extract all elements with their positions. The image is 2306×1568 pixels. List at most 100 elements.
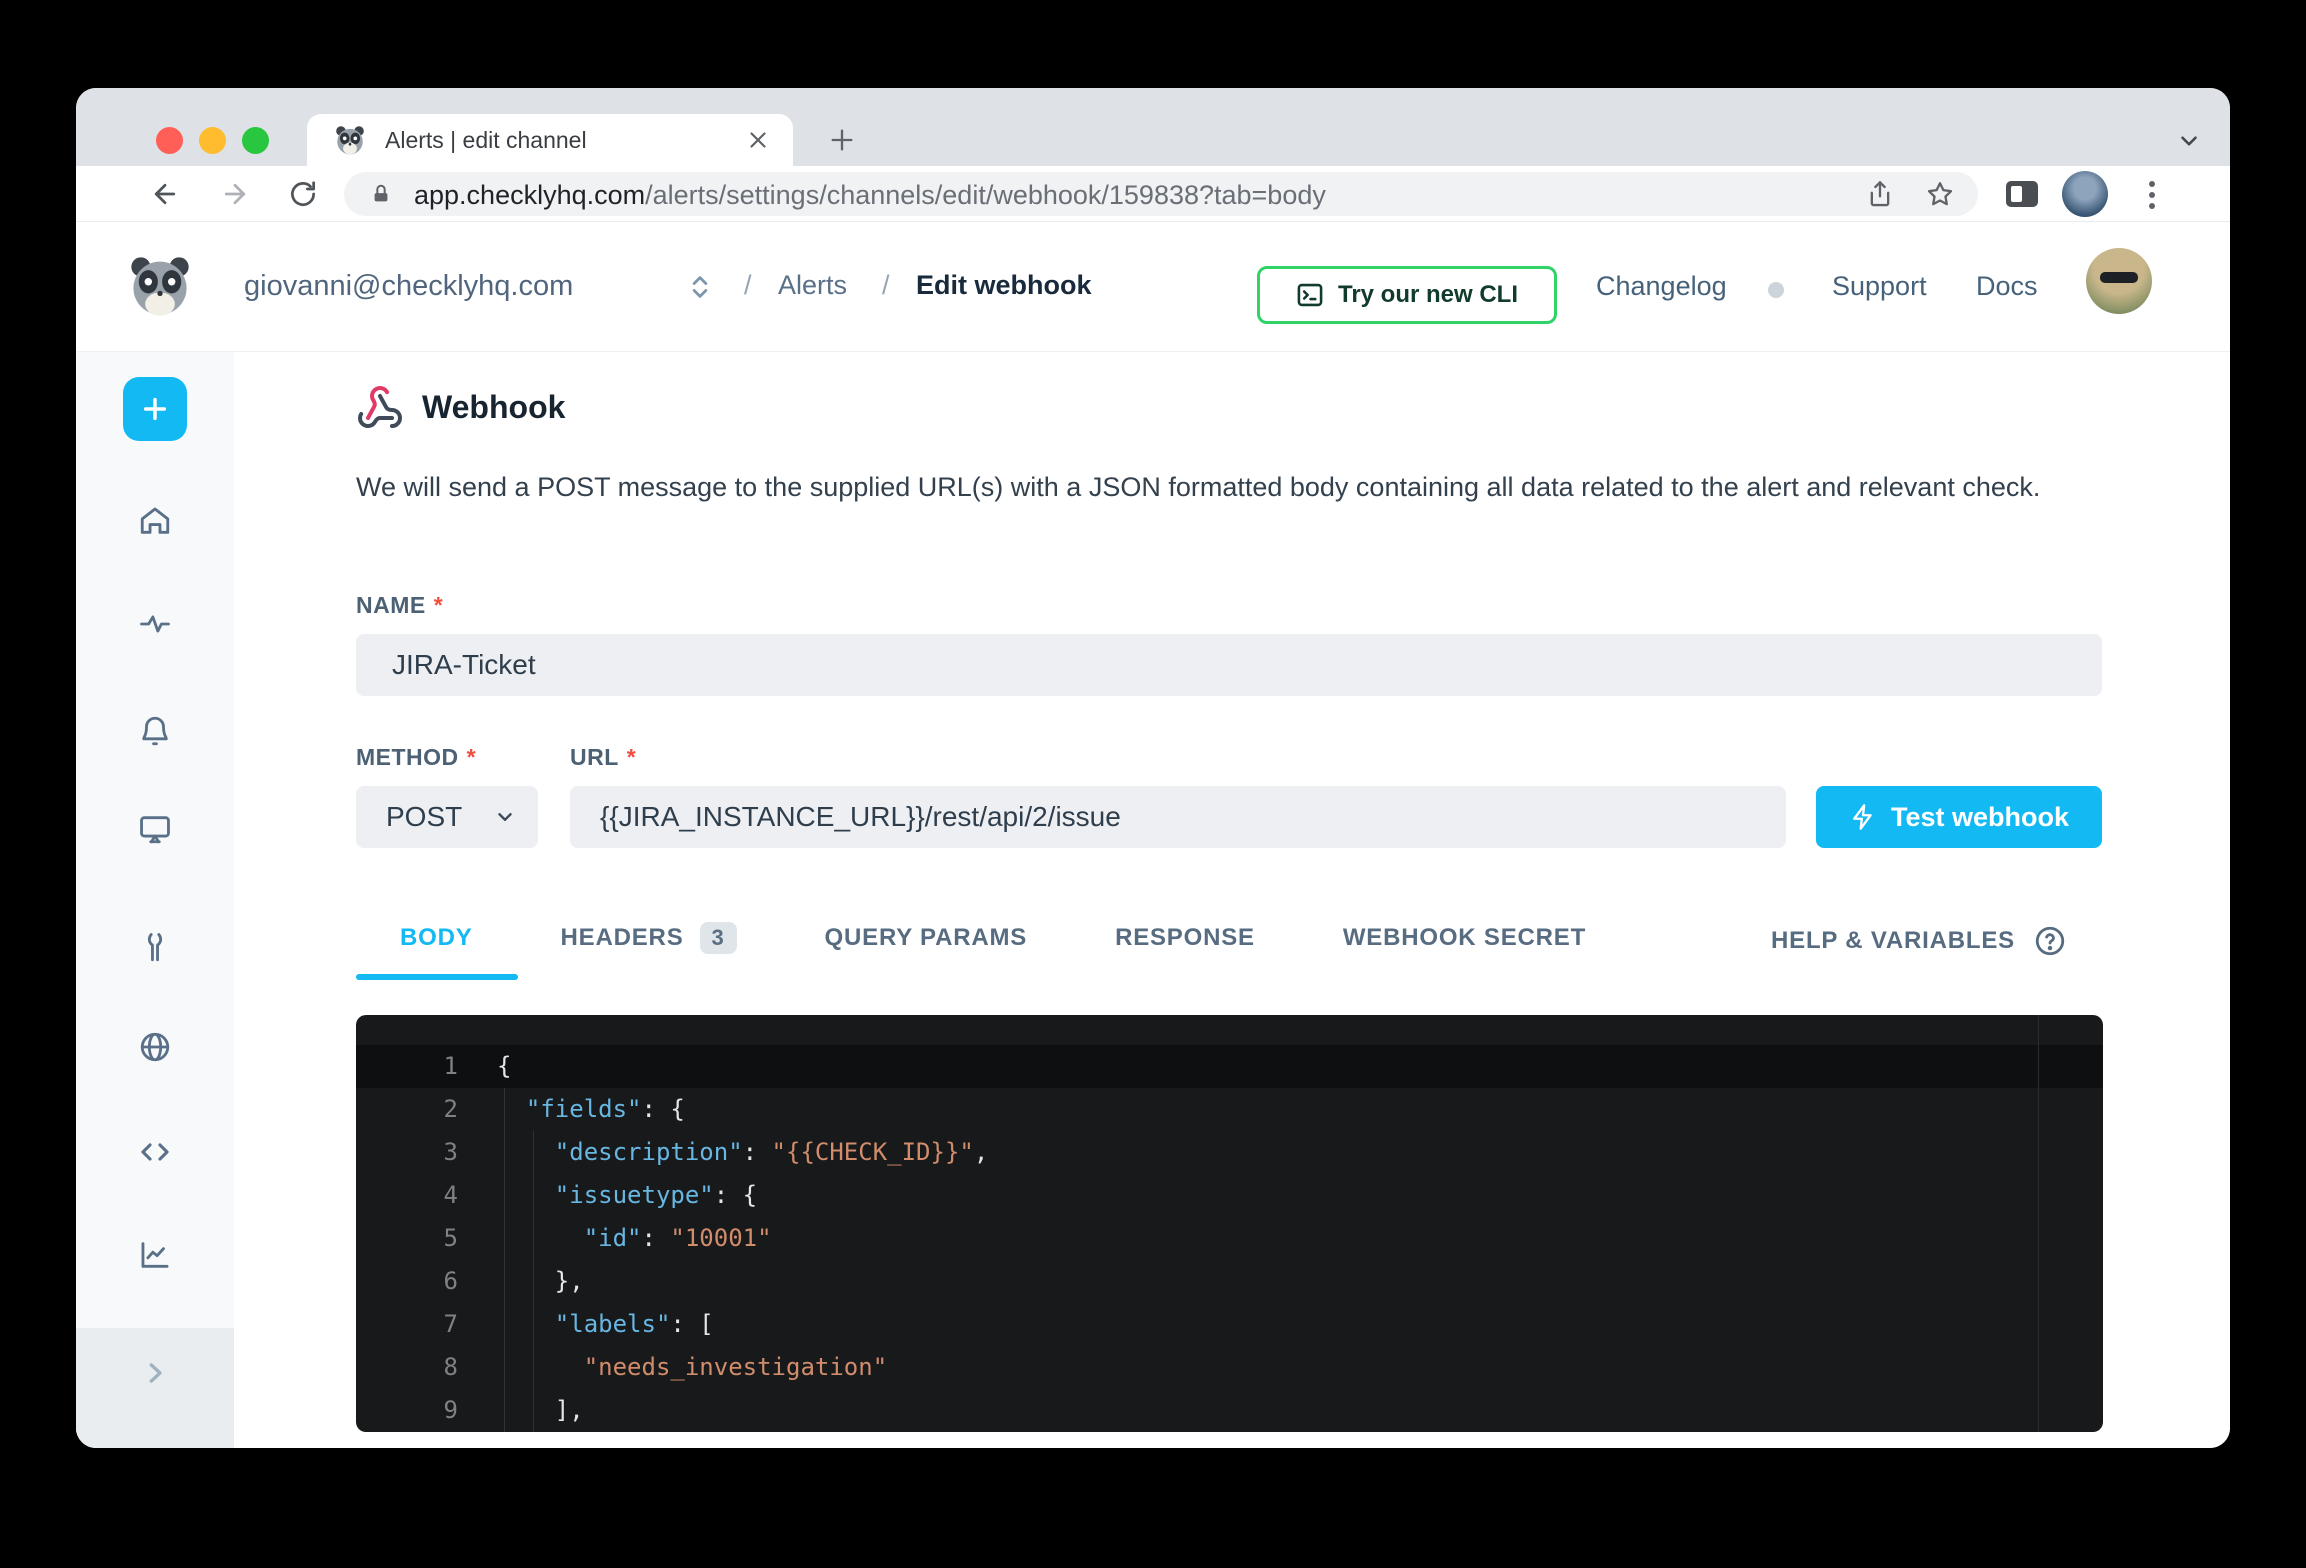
sidebar-item-analytics-chart-icon[interactable] — [138, 1238, 172, 1272]
new-tab-icon[interactable] — [828, 126, 856, 154]
plus-icon — [139, 393, 171, 425]
sidebar-item-maintenance-wrench-icon[interactable] — [138, 930, 172, 964]
docs-link[interactable]: Docs — [1976, 271, 2038, 302]
code-line[interactable]: 4 "issuetype": { — [356, 1174, 2103, 1217]
line-number: 6 — [356, 1260, 458, 1303]
name-label: NAME* — [356, 592, 443, 619]
browser-tab[interactable]: Alerts | edit channel — [307, 114, 793, 166]
browser-profile-avatar[interactable] — [2062, 171, 2108, 217]
webhook-description: We will send a POST message to the suppl… — [356, 466, 2061, 509]
line-number: 2 — [356, 1088, 458, 1131]
sidebar-item-home-icon[interactable] — [138, 504, 172, 538]
collapse-chevron-icon[interactable] — [140, 1358, 170, 1388]
line-number: 8 — [356, 1346, 458, 1389]
side-panel-icon[interactable] — [2006, 181, 2038, 207]
fullscreen-window-button[interactable] — [242, 127, 269, 154]
editor-scrollbar-track[interactable] — [2038, 1015, 2039, 1432]
required-asterisk: * — [627, 744, 636, 770]
breadcrumb-separator: / — [882, 270, 890, 301]
name-input[interactable]: JIRA-Ticket — [356, 634, 2102, 696]
method-value: POST — [386, 801, 462, 833]
code-lines: 1{2 "fields": {3 "description": "{{CHECK… — [356, 1045, 2103, 1432]
lightning-icon — [1849, 803, 1877, 831]
url-text[interactable]: app.checklyhq.com/alerts/settings/channe… — [414, 180, 1326, 211]
user-avatar[interactable] — [2086, 248, 2152, 314]
webhook-tabs: BODY HEADERS3 QUERY PARAMS RESPONSE WEBH… — [356, 922, 1630, 954]
checkly-favicon — [333, 123, 367, 157]
screen: Alerts | edit channel app.checklyhq.com/… — [0, 0, 2306, 1568]
chevron-down-icon — [494, 806, 516, 828]
line-number: 5 — [356, 1217, 458, 1260]
account-switcher[interactable]: giovanni@checklyhq.com — [244, 270, 573, 303]
help-question-icon — [2033, 924, 2067, 958]
app-sidebar — [76, 352, 234, 1448]
line-number: 9 — [356, 1389, 458, 1432]
webhook-icon — [356, 384, 404, 432]
code-line[interactable]: 3 "description": "{{CHECK_ID}}", — [356, 1131, 2103, 1174]
line-number: 4 — [356, 1174, 458, 1217]
test-webhook-label: Test webhook — [1891, 802, 2069, 833]
line-number: 7 — [356, 1303, 458, 1346]
bookmark-star-icon[interactable] — [1926, 180, 1954, 208]
changelog-dot — [1768, 282, 1784, 298]
sidebar-item-alerts-bell-icon[interactable] — [138, 714, 172, 748]
url-label: URL* — [570, 744, 636, 771]
lock-icon — [370, 183, 392, 205]
body-code-editor[interactable]: 1{2 "fields": {3 "description": "{{CHECK… — [356, 1015, 2103, 1432]
code-line[interactable]: 7 "labels": [ — [356, 1303, 2103, 1346]
required-asterisk: * — [434, 592, 443, 618]
indent-guide — [533, 1131, 534, 1432]
code-line[interactable]: 6 }, — [356, 1260, 2103, 1303]
code-line[interactable]: 9 ], — [356, 1389, 2103, 1432]
tab-title: Alerts | edit channel — [385, 127, 587, 154]
code-line[interactable]: 5 "id": "10001" — [356, 1217, 2103, 1260]
headers-count-badge: 3 — [700, 922, 737, 954]
code-line[interactable]: 2 "fields": { — [356, 1088, 2103, 1131]
tab-body[interactable]: BODY — [356, 924, 517, 952]
required-asterisk: * — [467, 744, 476, 770]
code-line[interactable]: 8 "needs_investigation" — [356, 1346, 2103, 1389]
sidebar-item-monitoring-icon[interactable] — [138, 607, 172, 641]
breadcrumb-current: Edit webhook — [916, 270, 1092, 301]
checkly-logo[interactable] — [126, 252, 194, 320]
name-value: JIRA-Ticket — [392, 649, 536, 681]
browser-tabstrip: Alerts | edit channel — [76, 88, 2230, 166]
code-line[interactable]: 1{ — [356, 1045, 2103, 1088]
create-button[interactable] — [123, 377, 187, 441]
browser-menu-icon[interactable] — [2148, 180, 2156, 210]
share-icon[interactable] — [1866, 180, 1894, 208]
browser-urlbar: app.checklyhq.com/alerts/settings/channe… — [76, 166, 2230, 222]
try-cli-label: Try our new CLI — [1338, 281, 1518, 309]
sidebar-item-dashboards-icon[interactable] — [138, 812, 172, 846]
sidebar-item-private-locations-globe-icon[interactable] — [138, 1030, 172, 1064]
tab-webhook-secret[interactable]: WEBHOOK SECRET — [1299, 924, 1630, 952]
tab-headers[interactable]: HEADERS3 — [517, 922, 781, 954]
line-number: 3 — [356, 1131, 458, 1174]
minimize-window-button[interactable] — [199, 127, 226, 154]
changelog-link[interactable]: Changelog — [1596, 271, 1727, 302]
reload-icon[interactable] — [288, 179, 318, 209]
active-tab-underline — [356, 974, 518, 980]
back-icon[interactable] — [150, 179, 180, 209]
address-bar[interactable]: app.checklyhq.com/alerts/settings/channe… — [344, 172, 1978, 216]
url-host: app.checklyhq.com — [414, 180, 645, 210]
breadcrumb-alerts[interactable]: Alerts — [778, 270, 847, 301]
line-number: 1 — [356, 1045, 458, 1088]
account-chevrons-icon[interactable] — [686, 272, 714, 302]
test-webhook-button[interactable]: Test webhook — [1816, 786, 2102, 848]
close-tab-icon[interactable] — [745, 127, 771, 153]
tab-search-chevron-icon[interactable] — [2176, 128, 2202, 154]
sidebar-item-snippets-code-icon[interactable] — [138, 1135, 172, 1169]
sidebar-collapse-bar[interactable] — [76, 1328, 234, 1448]
url-input[interactable]: {{JIRA_INSTANCE_URL}}/rest/api/2/issue — [570, 786, 1786, 848]
try-cli-button[interactable]: Try our new CLI — [1257, 266, 1557, 324]
method-select[interactable]: POST — [356, 786, 538, 848]
help-variables-label: HELP & VARIABLES — [1771, 927, 2015, 955]
close-window-button[interactable] — [156, 127, 183, 154]
tab-query-params[interactable]: QUERY PARAMS — [781, 924, 1072, 952]
app-header: giovanni@checklyhq.com / Alerts / Edit w… — [76, 222, 2230, 352]
tab-response[interactable]: RESPONSE — [1071, 924, 1299, 952]
forward-icon[interactable] — [220, 179, 250, 209]
help-variables-link[interactable]: HELP & VARIABLES — [1771, 924, 2067, 958]
support-link[interactable]: Support — [1832, 271, 1927, 302]
